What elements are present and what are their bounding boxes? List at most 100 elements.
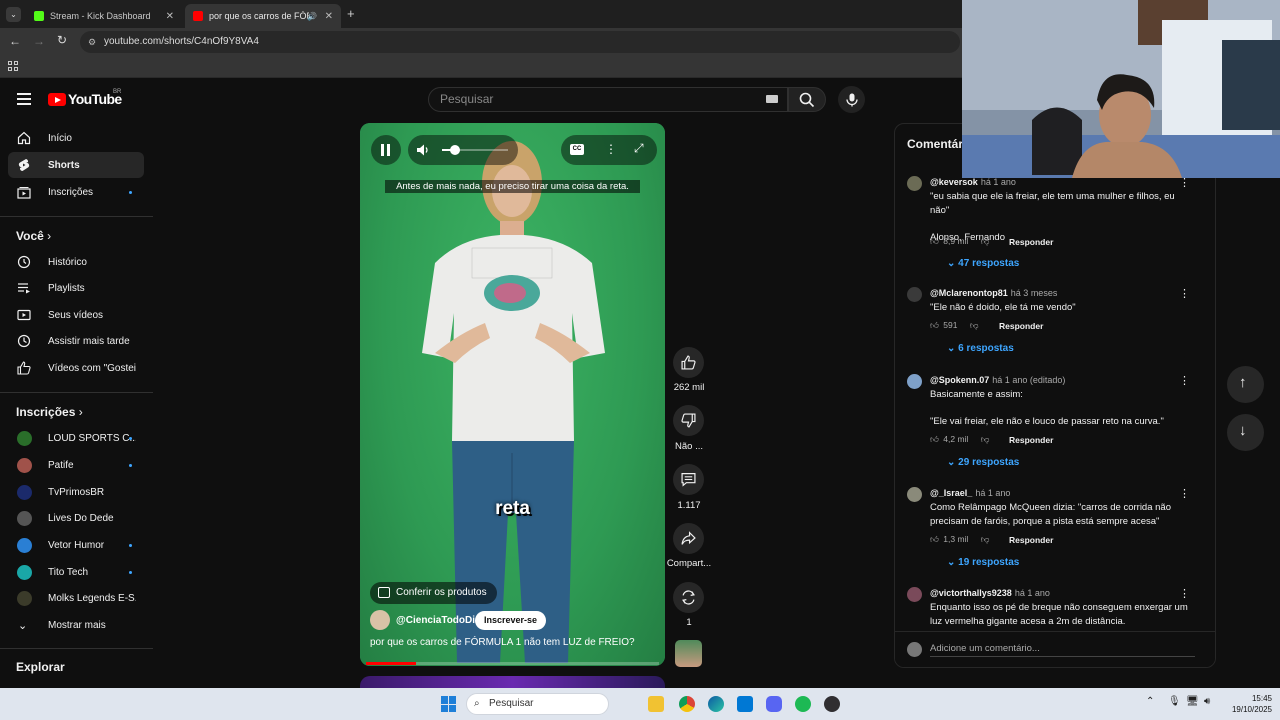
sidebar-item-your-videos[interactable]: Seus vídeos [8,302,144,328]
comment-author[interactable]: @_Israel_ há 1 ano [930,488,1010,498]
sidebar-item-history[interactable]: Histórico [8,249,144,275]
windows-start-icon[interactable] [441,696,457,712]
comment-like-icon[interactable]: 👍︎ [930,534,939,544]
microphone-tray-icon[interactable]: 🎙︎ [1168,696,1181,707]
remix-button[interactable] [673,582,704,613]
comment-dislike-icon[interactable]: 👎︎ [981,236,990,246]
channel-avatar[interactable] [370,610,390,630]
comment-author[interactable]: @victorthallys9238 há 1 ano [930,588,1050,598]
outlook-icon[interactable] [737,696,753,712]
show-replies-button[interactable]: ⌄ 19 respostas [947,557,1019,568]
pause-button[interactable] [371,135,401,165]
sidebar-sub-vetor-humor[interactable]: Vetor Humor [8,532,144,558]
reload-icon[interactable]: ↻ [57,33,67,47]
menu-hamburger-icon[interactable] [17,93,31,105]
sidebar-item-home[interactable]: Início [8,125,144,151]
video-progress-bar[interactable] [366,662,659,665]
sidebar-item-shorts[interactable]: Shorts [8,152,144,178]
discord-icon[interactable] [766,696,782,712]
like-button[interactable] [673,347,704,378]
comment-author[interactable]: @Mclarenontop81 há 3 meses [930,288,1057,298]
add-comment-input[interactable]: Adicione um comentário... [930,643,1195,657]
fullscreen-icon[interactable]: ⤢ [634,141,644,156]
sidebar-sub-tito-tech[interactable]: Tito Tech [8,559,144,585]
volume-slider-handle[interactable] [450,145,460,155]
comment-dislike-icon[interactable]: 👎︎ [981,534,990,544]
comment-menu-icon[interactable]: ⋮ [1179,374,1190,387]
audio-source-thumbnail[interactable] [675,640,702,667]
next-short-button[interactable]: ↓ [1227,414,1264,451]
comment-avatar[interactable] [907,587,922,602]
more-options-icon[interactable]: ⋮ [605,142,617,156]
address-bar[interactable]: ⚙ youtube.com/shorts/C4nOf9Y8VA4 [80,31,960,53]
sidebar-sub-tvprimosbr[interactable]: TvPrimosBR [8,479,144,505]
subscriptions-section-title[interactable]: Inscrições › [16,405,83,419]
back-icon[interactable]: ← [9,34,21,48]
sidebar-item-liked-videos[interactable]: Vídeos com "Gostei" [8,355,144,381]
youtube-logo-icon[interactable] [48,93,66,106]
search-button[interactable] [788,87,826,112]
comment-dislike-icon[interactable]: 👎︎ [981,434,990,444]
reply-button[interactable]: Responder [1009,237,1053,247]
comment-menu-icon[interactable]: ⋮ [1179,487,1190,500]
comment-like-icon[interactable]: 👍︎ [930,320,939,330]
you-section-title[interactable]: Você › [16,229,51,243]
taskbar-clock[interactable]: 15:45 19/10/2025 [1222,693,1272,715]
close-tab-icon[interactable]: ✕ [325,11,333,22]
speaker-icon[interactable]: 🔊 [307,12,317,21]
sidebar-show-more[interactable]: ⌄ Mostrar mais [8,612,144,638]
comment-author[interactable]: @Spokenn.07 há 1 ano (editado) [930,375,1065,385]
show-replies-button[interactable]: ⌄ 47 respostas [947,258,1019,269]
volume-tray-icon[interactable]: 🔊︎ [1204,696,1210,707]
edge-icon[interactable] [708,696,724,712]
comment-like-icon[interactable]: 👍︎ [930,236,939,246]
dislike-button[interactable] [673,405,704,436]
captions-icon[interactable]: CC [570,144,584,155]
voice-search-button[interactable] [838,86,865,113]
sidebar-sub-lives-do-dede[interactable]: Lives Do Dede [8,505,144,531]
comment-menu-icon[interactable]: ⋮ [1179,287,1190,300]
shorts-video-player[interactable]: CC ⋮ ⤢ Antes de mais nada, eu preciso ti… [360,123,665,666]
channel-name[interactable]: @CienciaTodoDia [396,615,481,626]
reply-button[interactable]: Responder [1009,435,1053,445]
comment-avatar[interactable] [907,374,922,389]
file-explorer-icon[interactable] [648,696,664,712]
sidebar-item-playlists[interactable]: Playlists [8,275,144,301]
tray-chevron-icon[interactable]: ⌃ [1146,696,1154,707]
reply-button[interactable]: Responder [999,321,1043,331]
chrome-icon[interactable] [679,696,695,712]
reply-button[interactable]: Responder [1009,535,1053,545]
site-info-icon[interactable]: ⚙ [88,31,96,53]
comment-avatar[interactable] [907,176,922,191]
network-icon[interactable]: 🖥︎ [1186,696,1199,707]
sidebar-sub-patife[interactable]: Patife [8,452,144,478]
share-button[interactable] [673,523,704,554]
close-tab-icon[interactable]: ✕ [166,11,174,22]
tab-youtube-shorts[interactable]: por que os carros de FÓRMU 🔊 ✕ [185,4,341,28]
new-tab-button[interactable]: + [347,6,355,21]
previous-short-button[interactable]: ↑ [1227,366,1264,403]
comment-menu-icon[interactable]: ⋮ [1179,587,1190,600]
comment-avatar[interactable] [907,487,922,502]
spotify-icon[interactable] [795,696,811,712]
video-title[interactable]: por que os carros de FÓRMULA 1 não tem L… [370,637,635,648]
search-input[interactable]: Pesquisar [428,87,788,112]
obs-icon[interactable] [824,696,840,712]
volume-control[interactable] [408,135,518,165]
comment-avatar[interactable] [907,287,922,302]
apps-grid-icon[interactable] [8,61,18,71]
show-replies-button[interactable]: ⌄ 6 respostas [947,343,1014,354]
sidebar-item-watch-later[interactable]: Assistir mais tarde [8,328,144,354]
taskbar-search[interactable]: ⌕ Pesquisar [466,693,609,715]
comment-dislike-icon[interactable]: 👎︎ [970,320,979,330]
next-short-preview[interactable] [360,676,665,688]
tab-kick-dashboard[interactable]: Stream - Kick Dashboard ✕ [26,4,182,28]
comment-like-icon[interactable]: 👍︎ [930,434,939,444]
sidebar-sub-loud-sports[interactable]: LOUD SPORTS C... [8,425,144,451]
forward-icon[interactable]: → [33,34,45,48]
show-replies-button[interactable]: ⌄ 29 respostas [947,457,1019,468]
comments-button[interactable] [673,464,704,495]
tab-search-button[interactable]: ⌄ [6,7,21,22]
sidebar-sub-molks-legends[interactable]: Molks Legends E-S... [8,585,144,611]
sidebar-item-subscriptions[interactable]: Inscrições [8,179,144,205]
